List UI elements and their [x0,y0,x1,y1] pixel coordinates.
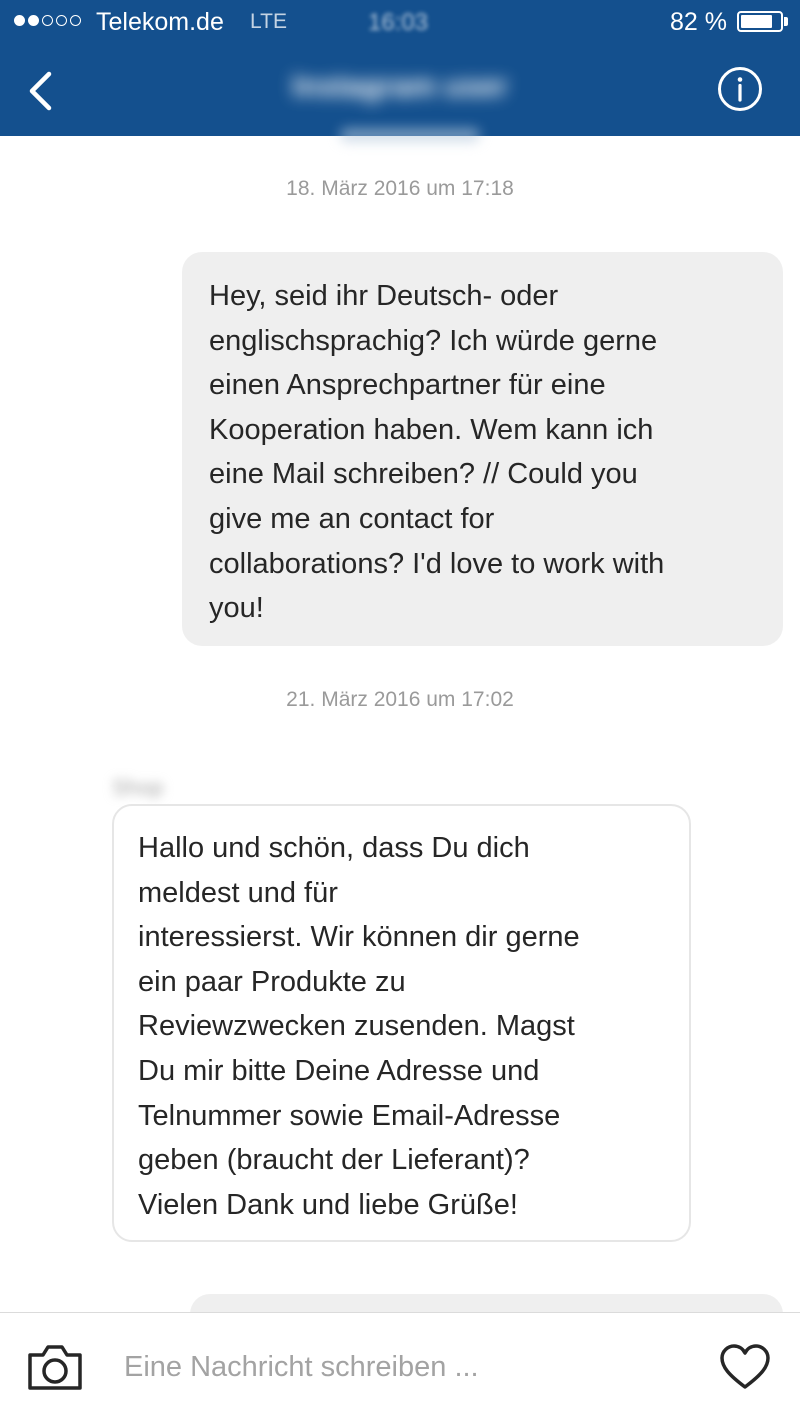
message-line: geben (braucht der Lieferant)? [138,1144,530,1177]
message-timestamp: 18. März 2016 um 17:18 [286,177,514,200]
camera-button[interactable] [26,1341,84,1393]
message-line: einen Ansprechpartner für eine [209,369,606,402]
message-composer [0,1312,800,1423]
message-timestamp: 21. März 2016 um 17:02 [286,688,514,711]
message-line: eine Mail schreiben? // Could you [209,458,638,491]
status-time: 16:03 [368,9,429,36]
message-line: ein paar Produkte zu [138,965,406,998]
sender-name: Shop [112,775,164,800]
back-button[interactable] [22,66,62,116]
battery-percentage: 82 % [670,8,727,36]
message-line: Du mir bitte Deine Adresse und [138,1054,540,1087]
battery-tip [784,17,788,26]
camera-icon [28,1345,82,1390]
message-line: englischsprachig? Ich würde gerne [209,324,658,357]
message-line: you! [209,592,264,625]
status-bar: Telekom.de LTE 16:03 82 % [0,0,800,44]
message-line: Kooperation haben. Wem kann ich [209,413,654,446]
message-line: Vielen Dank und liebe Grüße! [138,1188,518,1221]
info-button[interactable] [717,66,763,112]
message-line: Hallo und schön, dass Du dich [138,832,530,864]
info-circle-icon [718,67,762,111]
carrier-name: Telekom.de [96,8,224,36]
redaction-blur [380,868,540,908]
top-bar: Telekom.de LTE 16:03 82 % Instagram user [0,0,800,142]
battery-icon [737,11,783,32]
message-line: Hey, seid ihr Deutsch- oder [209,280,559,312]
message-line: give me an contact for [209,502,495,535]
chevron-left-icon [29,71,52,111]
message-line: Reviewzwecken zusenden. Magst [138,1010,575,1043]
outgoing-message-bubble[interactable]: Hey, seid ihr Deutsch- oder englischspra… [182,252,783,646]
thread-title[interactable]: Instagram user [250,70,550,104]
message-input[interactable] [118,1341,690,1393]
message-line: collaborations? I'd love to work with [209,547,665,580]
message-line: interessierst. Wir können dir gerne [138,921,580,954]
message-line: Telnummer sowie Email-Adresse [138,1099,561,1132]
redacted-username [340,128,480,142]
network-type: LTE [250,10,287,33]
heart-icon [720,1344,770,1389]
signal-strength-icon [14,15,81,26]
like-button[interactable] [719,1343,771,1391]
